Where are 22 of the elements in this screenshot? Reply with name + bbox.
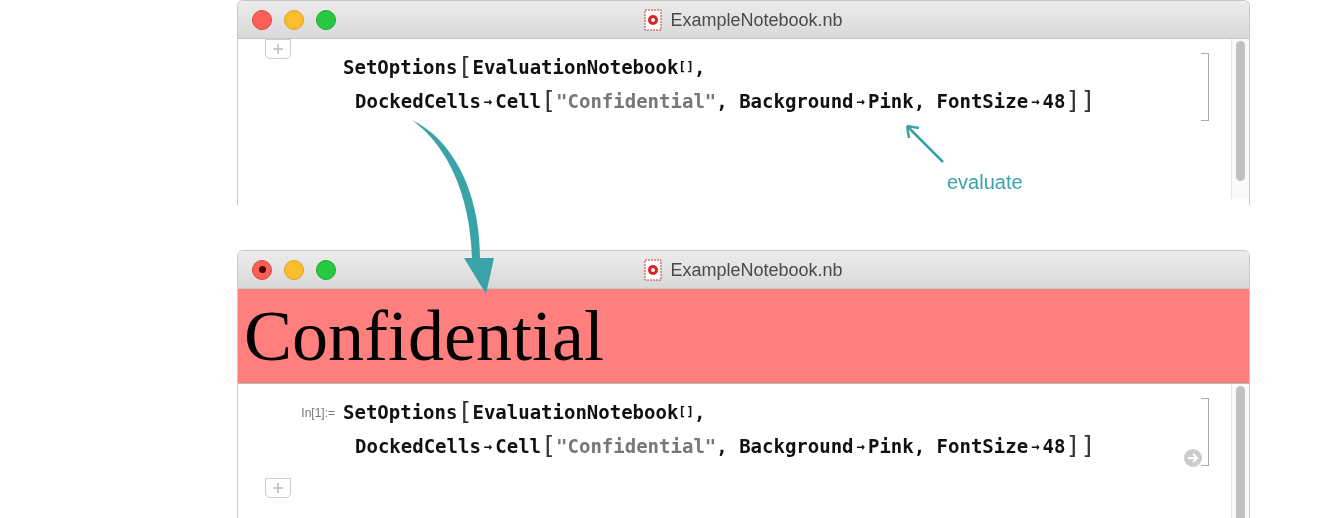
code-line: DockedCells→Cell["Confidential", Background→Pink, FontSize→48]] <box>354 432 1096 460</box>
window-title: ExampleNotebook.nb <box>670 258 843 282</box>
cell-insert-button[interactable] <box>265 478 291 498</box>
document-icon <box>644 9 663 31</box>
code-line: DockedCells→Cell["Confidential", Background→Pink, FontSize→48]] <box>354 87 1096 115</box>
code-line: SetOptions[EvaluationNotebook[], <box>343 398 707 426</box>
minimize-button[interactable] <box>284 9 304 30</box>
cell-bracket <box>1201 53 1209 121</box>
annotation-arrow <box>903 122 945 164</box>
window-title: ExampleNotebook.nb <box>670 8 843 32</box>
annotation-text: evaluate <box>947 170 1023 195</box>
zoom-button[interactable] <box>316 9 336 30</box>
plus-icon <box>273 483 283 493</box>
code-line: SetOptions[EvaluationNotebook[], <box>343 53 707 81</box>
document-icon <box>644 259 663 281</box>
close-button[interactable] <box>252 259 272 280</box>
minimize-button[interactable] <box>284 259 304 280</box>
cell-insert-button[interactable] <box>265 39 291 59</box>
docked-cell-text: Confidential <box>244 300 604 372</box>
plus-icon <box>273 44 283 54</box>
zoom-button[interactable] <box>316 259 336 280</box>
input-label: In[1]:= <box>301 405 335 422</box>
